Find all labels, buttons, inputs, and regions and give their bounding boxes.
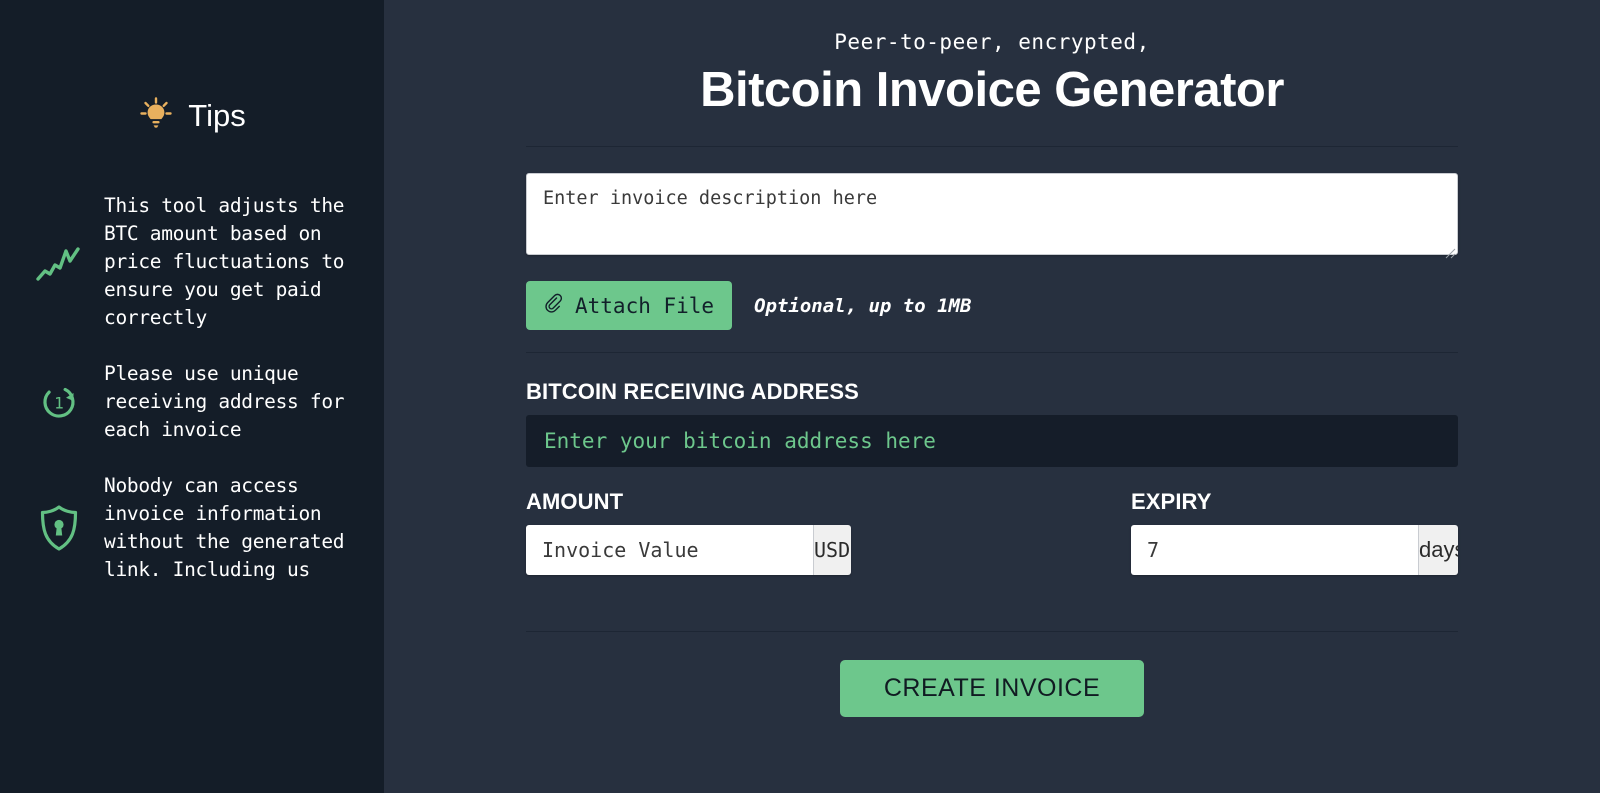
tip-item: Nobody can access invoice information wi… <box>32 472 352 584</box>
tip-text: This tool adjusts the BTC amount based o… <box>104 194 345 329</box>
tip-text: Nobody can access invoice information wi… <box>104 474 345 581</box>
shield-lock-icon <box>32 501 86 555</box>
tips-header: Tips <box>32 96 352 136</box>
expiry-group: EXPIRY days <box>1131 489 1458 575</box>
invoice-form-panel: Peer-to-peer, encrypted, Bitcoin Invoice… <box>384 0 1600 793</box>
tips-title: Tips <box>188 98 246 133</box>
bitcoin-address-label: BITCOIN RECEIVING ADDRESS <box>526 379 859 404</box>
amount-combo: USD <box>526 525 851 575</box>
description-section: Attach File Optional, up to 1MB <box>526 147 1458 352</box>
attach-file-button[interactable]: Attach File <box>526 281 733 330</box>
bitcoin-address-input[interactable] <box>526 415 1458 467</box>
expiry-unit-label: days <box>1418 525 1458 575</box>
rotate-one-refresh-icon: 1 <box>32 375 86 429</box>
paperclip-icon <box>542 292 564 319</box>
tips-sidebar: Tips This tool adjusts the BTC amount ba… <box>0 0 384 793</box>
trending-up-chart-icon <box>32 235 86 289</box>
tip-text: Please use unique receiving address for … <box>104 362 345 441</box>
svg-text:1: 1 <box>54 394 64 413</box>
amount-input[interactable] <box>526 525 813 575</box>
currency-select[interactable]: USD <box>813 525 851 575</box>
currency-value: USD <box>814 538 851 562</box>
create-invoice-button[interactable]: CREATE INVOICE <box>839 660 1145 717</box>
tip-item: 1 Please use unique receiving address fo… <box>32 360 352 444</box>
page-eyebrow: Peer-to-peer, encrypted, <box>834 30 1150 54</box>
lightbulb-icon <box>138 96 174 136</box>
attach-file-note: Optional, up to 1MB <box>754 294 972 317</box>
amount-group: AMOUNT USD <box>526 489 1131 575</box>
attach-row: Attach File Optional, up to 1MB <box>526 281 1458 330</box>
invoice-description-input[interactable] <box>526 173 1458 255</box>
expiry-input[interactable] <box>1131 525 1418 575</box>
amount-label: AMOUNT <box>526 489 624 514</box>
attach-file-label: Attach File <box>575 293 715 318</box>
expiry-combo: days <box>1131 525 1458 575</box>
expiry-label: EXPIRY <box>1131 489 1212 514</box>
tip-item: This tool adjusts the BTC amount based o… <box>32 192 352 332</box>
amount-expiry-row: AMOUNT USD EXPIRY days <box>526 489 1458 575</box>
submit-row: CREATE INVOICE <box>526 632 1458 717</box>
page-title: Bitcoin Invoice Generator <box>700 63 1284 117</box>
bitcoin-address-section: BITCOIN RECEIVING ADDRESS <box>526 353 1458 467</box>
